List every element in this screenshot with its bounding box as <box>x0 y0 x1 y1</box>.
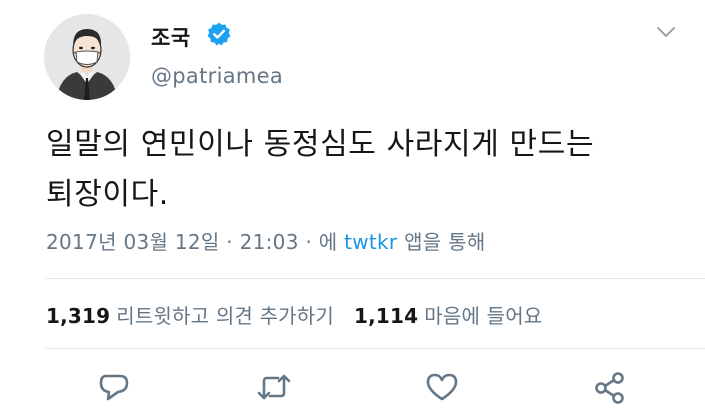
retweet-icon <box>257 374 291 400</box>
avatar-illustration <box>44 14 130 100</box>
chevron-down-icon[interactable] <box>655 24 677 40</box>
verified-badge-icon <box>207 22 231 46</box>
tweet-text-line-2: 퇴장이다. <box>46 177 169 212</box>
like-button[interactable] <box>424 370 460 404</box>
tweet-card: 조국 @patriamea 일말의 연민이나 동정심도 사라지게 만드는 퇴장이… <box>0 0 705 419</box>
tweet-meta: 2017년 03월 12일 · 21:03 · 에 twtkr 앱을 통해 <box>46 226 486 255</box>
reply-button[interactable] <box>96 370 132 404</box>
retweet-count[interactable]: 1,319 <box>46 304 110 328</box>
source-link[interactable]: twtkr <box>344 230 397 254</box>
like-count[interactable]: 1,114 <box>354 304 418 328</box>
tweet-text: 일말의 연민이나 동정심도 사라지게 만드는 퇴장이다. <box>46 120 686 220</box>
tweet-stats: 1,319 리트윗하고 의견 추가하기 1,114 마음에 들어요 <box>46 300 542 329</box>
retweet-button[interactable] <box>256 370 292 404</box>
share-button[interactable] <box>592 370 628 404</box>
divider <box>46 348 705 349</box>
display-name[interactable]: 조국 <box>151 22 191 52</box>
share-icon <box>595 372 624 404</box>
source-suffix: 앱을 통해 <box>397 230 486 254</box>
like-label[interactable]: 마음에 들어요 <box>424 304 542 328</box>
divider <box>46 278 705 279</box>
retweet-label[interactable]: 리트윗하고 의견 추가하기 <box>116 304 334 328</box>
reply-icon <box>99 374 129 401</box>
heart-icon <box>426 373 458 401</box>
timestamp[interactable]: 2017년 03월 12일 · 21:03 · 에 <box>46 230 344 254</box>
avatar[interactable] <box>44 14 130 100</box>
tweet-text-line-1: 일말의 연민이나 동정심도 사라지게 만드는 <box>46 127 595 162</box>
user-handle[interactable]: @patriamea <box>151 64 283 88</box>
